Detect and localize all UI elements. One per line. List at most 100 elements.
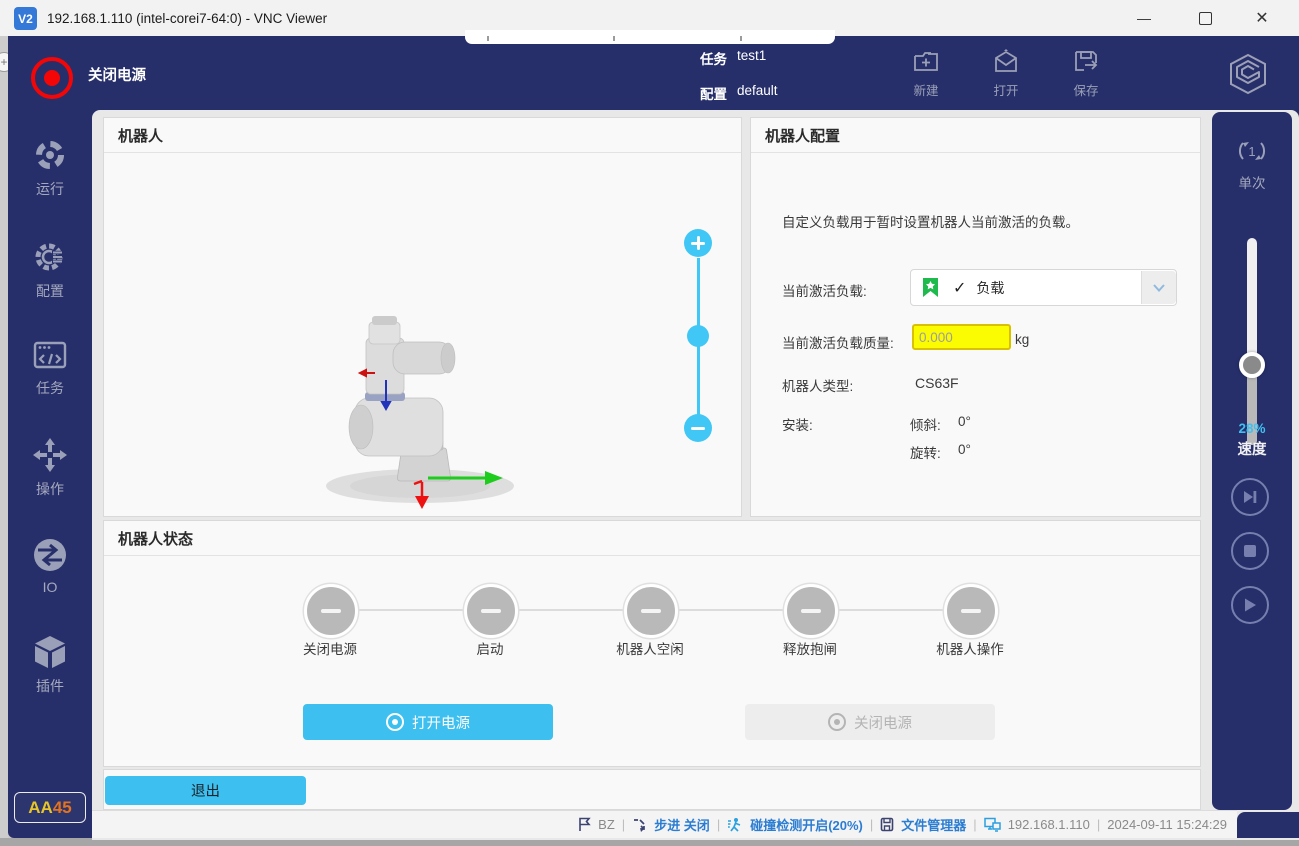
task-label: 任务 [700,48,727,68]
sidebar-item-operate[interactable]: 操作 [8,437,92,499]
sidebar-item-run[interactable]: 运行 [8,137,92,199]
config-panel-title: 机器人配置 [751,118,1200,153]
statusbar-separator: | [973,817,976,832]
minus-icon [801,609,821,614]
status-step-label: 关闭电源 [250,638,410,658]
chevron-down-area[interactable] [1141,271,1176,304]
power-status-button[interactable] [31,57,73,99]
maximize-button[interactable] [1182,0,1228,36]
minus-icon [961,609,981,614]
statusbar-separator: | [1097,817,1100,832]
power-off-button[interactable]: 关闭电源 [745,704,995,740]
robot-panel-title: 机器人 [104,118,741,153]
tilt-label: 倾斜: [910,414,941,434]
desktop-edge [0,36,8,838]
payload-mass-input[interactable] [912,324,1011,350]
network-monitor-icon [984,817,1001,832]
status-step-circle [304,584,358,638]
install-label: 安装: [782,414,813,434]
app-logo-icon [1226,52,1270,96]
step-forward-icon [1242,489,1258,505]
config-label: 配置 [700,83,727,103]
statusbar: BZ | 步进 关闭 | 碰撞检测开启(20%) | 文件管理器 | 192.1… [92,810,1237,838]
window-title: 192.168.1.110 (intel-corei7-64:0) - VNC … [47,0,327,36]
status-step-label: 启动 [410,638,570,658]
zoom-in-button[interactable] [684,229,712,257]
open-icon [992,48,1020,76]
single-cycle-label: 单次 [1222,172,1282,192]
play-button[interactable] [1231,586,1269,624]
open-button[interactable]: 打开 [970,48,1042,110]
payload-description: 自定义负载用于暂时设置机器人当前激活的负载。 [782,211,1182,231]
collision-label[interactable]: 碰撞检测开启(20%) [750,815,863,834]
io-arrows-icon [32,537,68,573]
step-mode-icon [632,817,647,832]
sidebar-item-label: 配置 [36,281,64,301]
single-cycle-icon: 1 [1233,132,1271,170]
file-manager-label[interactable]: 文件管理器 [901,815,966,834]
statusbar-separator: | [870,817,873,832]
minus-icon [691,427,705,430]
zoom-out-button[interactable] [684,414,712,442]
speed-slider-handle[interactable] [1239,352,1265,378]
statusbar-separator: | [717,817,720,832]
step-mode-label[interactable]: 步进 关闭 [654,815,710,834]
chevron-down-icon [1152,283,1166,293]
step-forward-button[interactable] [1231,478,1269,516]
minus-icon [481,609,501,614]
maximize-icon [1199,12,1212,25]
save-button[interactable]: 保存 [1050,48,1122,110]
robot-type-value: CS63F [915,375,959,391]
top-notch [465,30,835,44]
sidebar-item-config[interactable]: 配置 [8,239,92,301]
exit-button[interactable]: 退出 [105,776,306,805]
notch-tick [613,36,615,41]
mass-unit-label: kg [1015,332,1029,347]
remote-control-badge[interactable]: AA45 [14,792,86,823]
plus-icon-vertical [697,236,700,250]
sidebar-item-task[interactable]: 任务 [8,338,92,398]
active-payload-label: 当前激活负载: [782,280,867,300]
config-value: default [737,83,778,98]
power-off-label: 关闭电源 [854,712,912,733]
robot-type-label: 机器人类型: [782,375,853,395]
right-sidebar [1212,112,1292,810]
sidebar-item-label: 插件 [36,676,64,696]
sidebar-item-label: IO [43,579,58,595]
badge-text-right: 45 [53,798,72,818]
sidebar-item-plugin[interactable]: 插件 [8,634,92,696]
speed-percent: 28% [1222,421,1282,436]
robot-3d-view[interactable] [103,152,740,512]
badge-text-left: AA [28,798,53,818]
rotation-value: 0° [958,442,971,457]
power-on-icon [386,713,404,731]
statusbar-separator: | [622,817,625,832]
datetime-label: 2024-09-11 15:24:29 [1107,817,1227,832]
power-off-icon [828,713,846,731]
task-code-icon [32,338,68,372]
bookmark-icon [922,277,939,298]
sidebar-item-io[interactable]: IO [8,537,92,595]
status-step-circle [784,584,838,638]
new-button[interactable]: 新建 [890,48,962,110]
payload-mass-label: 当前激活负载质量: [782,332,894,352]
status-step-circle [464,584,518,638]
collision-icon [727,817,743,833]
bz-label[interactable]: BZ [598,817,615,832]
sidebar-item-label: 操作 [36,479,64,499]
status-step-label: 机器人空闲 [570,638,730,658]
rotation-label: 旋转: [910,442,941,462]
tilt-value: 0° [958,414,971,429]
move-arrows-icon [32,437,68,473]
minimize-button[interactable]: — [1121,0,1167,36]
status-step-circle [944,584,998,638]
close-button[interactable]: ✕ [1239,0,1285,36]
power-on-button[interactable]: 打开电源 [303,704,553,740]
save-label: 保存 [1073,80,1098,99]
zoom-slider-handle[interactable] [687,325,709,347]
payload-option-label: 负载 [976,278,1004,298]
stop-button[interactable] [1231,532,1269,570]
payload-select[interactable]: ✓ 负载 [910,269,1177,306]
single-cycle-button[interactable]: 1 [1233,132,1271,170]
new-file-icon [912,48,940,76]
